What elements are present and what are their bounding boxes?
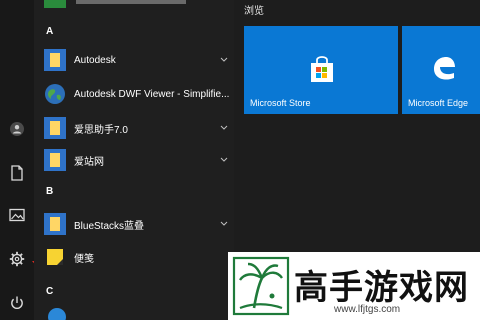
partial-app-label	[76, 0, 186, 4]
user-icon	[10, 122, 24, 136]
app-item-aisi-helper[interactable]: 爱思助手7.0	[44, 114, 236, 142]
power-button[interactable]	[4, 290, 30, 316]
group-header-a[interactable]: A	[46, 26, 53, 37]
chevron-down-icon[interactable]	[218, 54, 230, 66]
folder-icon	[44, 213, 66, 235]
edge-icon	[434, 57, 455, 80]
settings-button[interactable]	[4, 246, 30, 272]
app-item-bluestacks[interactable]: BlueStacks蓝叠	[44, 210, 236, 238]
chevron-down-icon[interactable]	[218, 122, 230, 134]
partial-app-icon	[48, 308, 66, 320]
chevron-down-icon[interactable]	[218, 218, 230, 230]
app-item-aizhan[interactable]: 爱站网	[44, 146, 236, 174]
watermark-url: www.lfjtgs.com	[334, 304, 401, 315]
document-icon	[11, 165, 23, 181]
pictures-button[interactable]	[4, 202, 30, 228]
app-item-autodesk[interactable]: Autodesk	[44, 46, 236, 74]
app-item-autodesk-dwf-viewer[interactable]: Autodesk DWF Viewer - Simplifie...	[44, 80, 236, 108]
palm-tree-logo	[232, 256, 290, 316]
start-menu: A Autodesk Autodesk DWF Viewer - Simplif…	[0, 0, 480, 320]
app-item-label: 爱思助手7.0	[74, 124, 128, 136]
folder-icon	[44, 149, 66, 171]
tile-microsoft-edge[interactable]: Microsoft Edge	[402, 26, 480, 114]
app-item-label: Autodesk	[74, 54, 116, 66]
folder-icon	[44, 117, 66, 139]
app-list: A Autodesk Autodesk DWF Viewer - Simplif…	[34, 0, 234, 320]
user-account-button[interactable]	[4, 116, 30, 142]
app-item-sticky-notes[interactable]: 便笺	[44, 243, 236, 271]
tile-label: Microsoft Store	[250, 98, 311, 108]
chevron-down-icon[interactable]	[218, 154, 230, 166]
power-icon	[11, 296, 23, 310]
app-item-label: BlueStacks蓝叠	[74, 220, 145, 232]
app-item-label: Autodesk DWF Viewer - Simplifie...	[74, 88, 230, 100]
group-header-b[interactable]: B	[46, 186, 53, 197]
tile-microsoft-store[interactable]: Microsoft Store	[244, 26, 398, 114]
partial-app-icon	[44, 0, 66, 8]
app-item-label: 爱站网	[74, 156, 104, 168]
app-item-label: 便笺	[74, 253, 94, 265]
group-header-c[interactable]: C	[46, 286, 53, 297]
tile-group-title: 浏览	[244, 6, 264, 17]
documents-button[interactable]	[4, 160, 30, 186]
watermark-title: 高手游戏网	[294, 269, 469, 307]
picture-icon	[9, 208, 25, 222]
store-bag-icon	[311, 56, 333, 82]
folder-icon	[44, 49, 66, 71]
globe-icon	[44, 83, 66, 105]
sticky-note-icon	[44, 246, 66, 268]
watermark-banner: 高手游戏网 www.lfjtgs.com	[228, 252, 480, 320]
gear-icon	[9, 251, 25, 267]
tile-label: Microsoft Edge	[408, 98, 469, 108]
